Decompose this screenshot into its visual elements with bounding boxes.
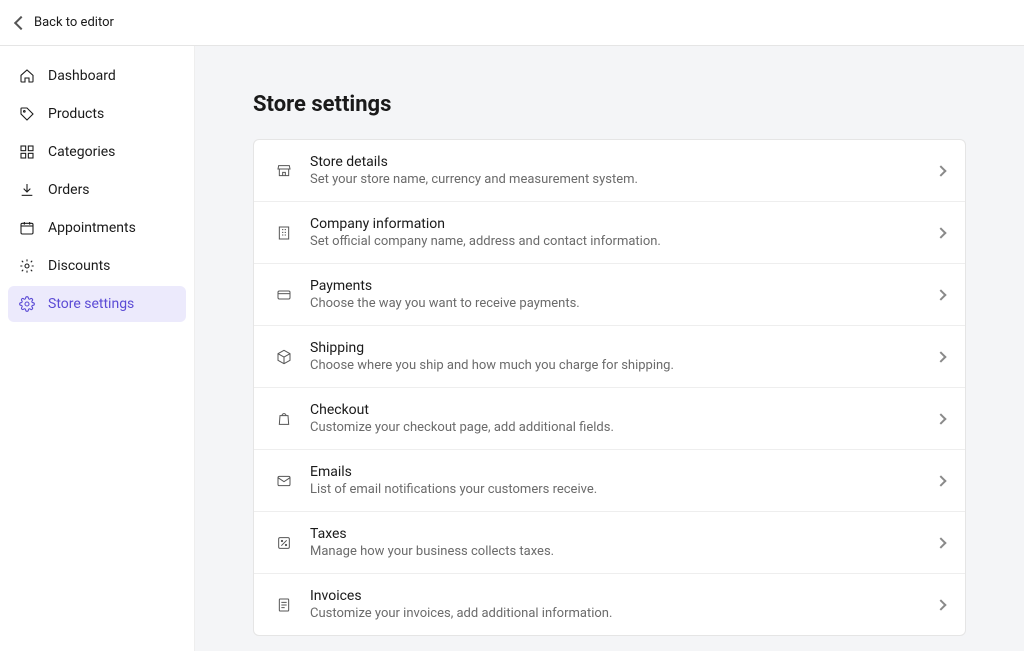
row-text: Payments Choose the way you want to rece… [310,278,925,311]
sidebar-item-label: Store settings [48,296,134,312]
page-title: Store settings [253,92,966,117]
tag-icon [18,105,36,123]
sidebar-item-label: Orders [48,182,90,198]
row-title: Taxes [310,526,925,542]
row-desc: Set official company name, address and c… [310,234,925,249]
row-desc: Set your store name, currency and measur… [310,172,925,187]
download-icon [18,181,36,199]
back-to-editor-link[interactable]: Back to editor [16,15,114,30]
settings-row-payments[interactable]: Payments Choose the way you want to rece… [254,264,965,326]
sidebar-item-label: Products [48,106,104,122]
package-icon [274,347,294,367]
row-title: Checkout [310,402,925,418]
row-desc: Manage how your business collects taxes. [310,544,925,559]
settings-row-invoices[interactable]: Invoices Customize your invoices, add ad… [254,574,965,635]
row-text: Emails List of email notifications your … [310,464,925,497]
back-label: Back to editor [34,15,114,30]
row-desc: Customize your invoices, add additional … [310,606,925,621]
row-text: Store details Set your store name, curre… [310,154,925,187]
row-title: Company information [310,216,925,232]
settings-row-store-details[interactable]: Store details Set your store name, curre… [254,140,965,202]
settings-row-emails[interactable]: Emails List of email notifications your … [254,450,965,512]
sidebar: Dashboard Products Categories Orders App [0,46,195,651]
settings-row-shipping[interactable]: Shipping Choose where you ship and how m… [254,326,965,388]
row-text: Shipping Choose where you ship and how m… [310,340,925,373]
sidebar-item-label: Appointments [48,220,136,236]
sidebar-item-label: Dashboard [48,68,116,84]
sidebar-item-appointments[interactable]: Appointments [8,210,186,246]
mail-icon [274,471,294,491]
chevron-left-icon [14,15,28,29]
main-content: Store settings Store details Set your st… [195,46,1024,651]
row-desc: Customize your checkout page, add additi… [310,420,925,435]
chevron-right-icon [935,413,946,424]
sidebar-item-categories[interactable]: Categories [8,134,186,170]
row-desc: Choose where you ship and how much you c… [310,358,925,373]
settings-icon [18,295,36,313]
document-icon [274,595,294,615]
row-text: Invoices Customize your invoices, add ad… [310,588,925,621]
settings-row-checkout[interactable]: Checkout Customize your checkout page, a… [254,388,965,450]
percent-icon [274,533,294,553]
chevron-right-icon [935,289,946,300]
row-desc: List of email notifications your custome… [310,482,925,497]
row-text: Company information Set official company… [310,216,925,249]
row-title: Shipping [310,340,925,356]
chevron-right-icon [935,227,946,238]
storefront-icon [274,161,294,181]
row-title: Emails [310,464,925,480]
chevron-right-icon [935,599,946,610]
credit-card-icon [274,285,294,305]
shopping-bag-icon [274,409,294,429]
chevron-right-icon [935,475,946,486]
chevron-right-icon [935,537,946,548]
row-text: Taxes Manage how your business collects … [310,526,925,559]
row-title: Payments [310,278,925,294]
sidebar-item-label: Categories [48,144,115,160]
row-title: Invoices [310,588,925,604]
chevron-right-icon [935,165,946,176]
building-icon [274,223,294,243]
sidebar-item-products[interactable]: Products [8,96,186,132]
sidebar-item-orders[interactable]: Orders [8,172,186,208]
sidebar-item-discounts[interactable]: Discounts [8,248,186,284]
grid-icon [18,143,36,161]
topbar: Back to editor [0,0,1024,46]
row-title: Store details [310,154,925,170]
calendar-icon [18,219,36,237]
home-icon [18,67,36,85]
sidebar-item-dashboard[interactable]: Dashboard [8,58,186,94]
row-text: Checkout Customize your checkout page, a… [310,402,925,435]
chevron-right-icon [935,351,946,362]
gear-icon [18,257,36,275]
settings-card: Store details Set your store name, curre… [253,139,966,636]
row-desc: Choose the way you want to receive payme… [310,296,925,311]
sidebar-item-store-settings[interactable]: Store settings [8,286,186,322]
settings-row-company-information[interactable]: Company information Set official company… [254,202,965,264]
settings-row-taxes[interactable]: Taxes Manage how your business collects … [254,512,965,574]
sidebar-item-label: Discounts [48,258,110,274]
